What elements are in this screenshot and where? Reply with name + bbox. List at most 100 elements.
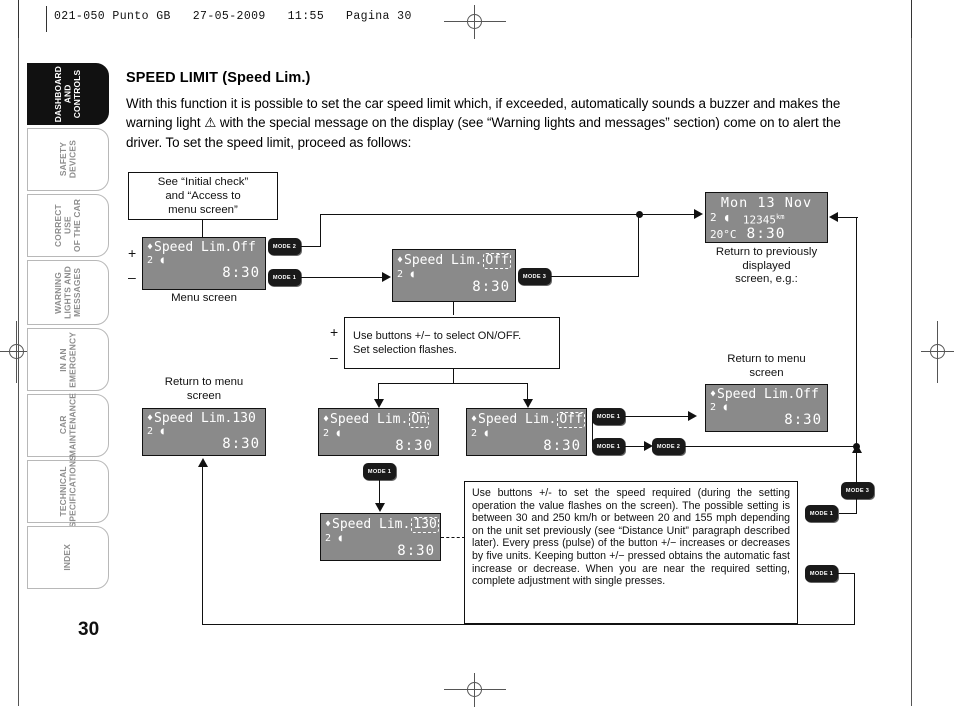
headlight-icon: ◖	[335, 428, 342, 439]
speed-limit-flow-diagram: See “Initial check” and “Access to menu …	[0, 0, 954, 706]
updown-arrow-icon: ♦	[325, 519, 332, 530]
lcd-odometer: 12345	[742, 213, 776, 227]
mode-1-button-set-off-top[interactable]: MODE 1	[592, 408, 625, 425]
lcd-title: Speed Lim.	[404, 253, 483, 268]
lcd-gear: 2	[323, 428, 330, 439]
lcd-menu-screen: ♦ Speed Lim. Off 2 ◖ 8:30	[142, 237, 266, 290]
lcd-result-130: ♦ Speed Lim. 130 2 ◖ 8:30	[142, 408, 266, 456]
connector-mode3-right-up	[856, 452, 858, 484]
lcd-set-on: ♦ Speed Lim. On 2 ◖ 8:30	[318, 408, 439, 456]
lcd-gear: 2	[397, 269, 404, 280]
updown-arrow-icon: ♦	[397, 255, 404, 266]
connector-bottom-loop	[202, 624, 854, 626]
lcd-date: Mon 13 Nov	[720, 195, 813, 211]
plus-label-menu: +	[128, 245, 137, 261]
lcd-value: Off	[795, 387, 819, 402]
lcd-value-selected: 130	[411, 517, 439, 533]
mode-1-button-set-on[interactable]: MODE 1	[363, 463, 396, 480]
minus-label-select: –	[330, 349, 338, 365]
lcd-gear: 2	[325, 533, 332, 544]
connector-mode2-to-right-bus	[685, 446, 856, 448]
updown-arrow-icon: ♦	[323, 414, 330, 425]
arrow-to-edit-lcd	[382, 272, 391, 282]
connector-right-bus-top	[838, 217, 858, 219]
connector-mode2-up	[320, 214, 322, 247]
lcd-title: Speed Lim.	[154, 411, 233, 426]
lcd-time: 8:30	[222, 436, 260, 452]
updown-arrow-icon: ♦	[147, 413, 154, 424]
lcd-set-off: ♦ Speed Lim. Off 2 ◖ 8:30	[466, 408, 587, 456]
headlight-icon: ◖	[159, 426, 166, 437]
lcd-gear: 2	[710, 211, 717, 224]
lcd-value-selected: Off	[483, 253, 511, 269]
mode-1-button-set-off-bottom[interactable]: MODE 1	[592, 438, 625, 455]
connector-setoff-bracket	[592, 416, 594, 446]
lcd-time: 8:30	[746, 225, 786, 242]
connector-mode3-right	[551, 276, 638, 278]
lcd-clock-screen: Mon 13 Nov 2 ◖ 12345km 20°C 8:30	[705, 192, 828, 243]
connector-select-down	[453, 369, 455, 383]
mode-3-button-right[interactable]: MODE 3	[841, 482, 874, 499]
select-onoff-box: Use buttons +/− to select ON/OFF. Set se…	[344, 317, 560, 369]
note-box: Use buttons +/- to set the speed require…	[464, 481, 798, 624]
connector-mode1-to-edit	[301, 277, 383, 279]
arrow-right-bus-up	[852, 444, 862, 453]
mode-1-button-menu[interactable]: MODE 1	[268, 269, 301, 286]
updown-arrow-icon: ♦	[710, 389, 717, 400]
connector-bottom-loop-up	[202, 466, 204, 625]
headlight-icon: ◖	[337, 533, 344, 544]
lcd-value: Off	[232, 240, 256, 255]
lcd-time: 8:30	[472, 279, 510, 295]
connector-initial-to-menu	[202, 220, 204, 238]
connector-mode1-right-top	[837, 513, 857, 515]
lcd-value-selected: Off	[557, 412, 585, 428]
connector-mode1-off-right	[625, 416, 689, 418]
headlight-icon: ◖	[722, 402, 729, 413]
connector-select-fanout	[379, 383, 528, 385]
initial-check-text: See “Initial check” and “Access to menu …	[157, 176, 249, 216]
mode-2-button-menu[interactable]: MODE 2	[268, 238, 301, 255]
arrow-to-lcd-on	[374, 399, 384, 408]
mode-3-button-edit[interactable]: MODE 3	[518, 268, 551, 285]
caption-return-menu-left: Return to menu screen	[164, 376, 244, 402]
lcd-title: Speed Lim.	[332, 517, 411, 532]
plus-label-select: +	[330, 324, 339, 340]
caption-return-menu-right: Return to menu screen	[727, 353, 806, 379]
lcd-gear: 2	[147, 426, 154, 437]
connector-mode1-right-bottom-down	[854, 573, 856, 625]
headlight-icon: ◖	[409, 269, 416, 280]
lcd-gear: 2	[710, 402, 717, 413]
connector-mode1-to-mode2	[625, 446, 645, 448]
connector-right-bus-vertical	[856, 217, 858, 446]
lcd-gear: 2	[147, 255, 154, 266]
headlight-icon: ◖	[159, 255, 166, 266]
lcd-time: 8:30	[222, 265, 260, 281]
arrow-to-lcd-off	[523, 399, 533, 408]
updown-arrow-icon: ♦	[147, 242, 154, 253]
lcd-time: 8:30	[543, 438, 581, 454]
select-onoff-text: Use buttons +/− to select ON/OFF. Set se…	[353, 330, 522, 356]
lcd-title: Speed Lim.	[330, 412, 409, 427]
lcd-time: 8:30	[395, 438, 433, 454]
lcd-odometer-unit: km	[776, 213, 785, 221]
caption-return-previous: Return to previously displayed screen, e…	[715, 246, 818, 285]
mode-1-button-right-top[interactable]: MODE 1	[805, 505, 838, 522]
lcd-title: Speed Lim.	[154, 240, 233, 255]
lcd-title: Speed Lim.	[717, 387, 796, 402]
mode-1-button-right-bottom[interactable]: MODE 1	[805, 565, 838, 582]
lcd-time: 8:30	[397, 543, 435, 559]
connector-mode3-right-down	[856, 498, 858, 514]
lcd-temperature: 20°C	[710, 227, 737, 241]
connector-mode1-right-bottom	[837, 573, 855, 575]
arrow-to-clock-lcd	[694, 209, 703, 219]
connector-value-to-note	[441, 537, 465, 538]
lcd-result-off: ♦ Speed Lim. Off 2 ◖ 8:30	[705, 384, 828, 432]
arrow-to-result-off-lcd	[688, 411, 697, 421]
minus-label-menu: –	[128, 269, 136, 285]
lcd-edit-off: ♦ Speed Lim. Off 2 ◖ 8:30	[392, 249, 516, 302]
lcd-value-130: ♦ Speed Lim. 130 2 ◖ 8:30	[320, 513, 441, 561]
arrow-into-clock-from-right	[829, 212, 838, 222]
lcd-gear: 2	[471, 428, 478, 439]
mode-2-button-set-off[interactable]: MODE 2	[652, 438, 685, 455]
lcd-value-selected: On	[409, 412, 429, 428]
